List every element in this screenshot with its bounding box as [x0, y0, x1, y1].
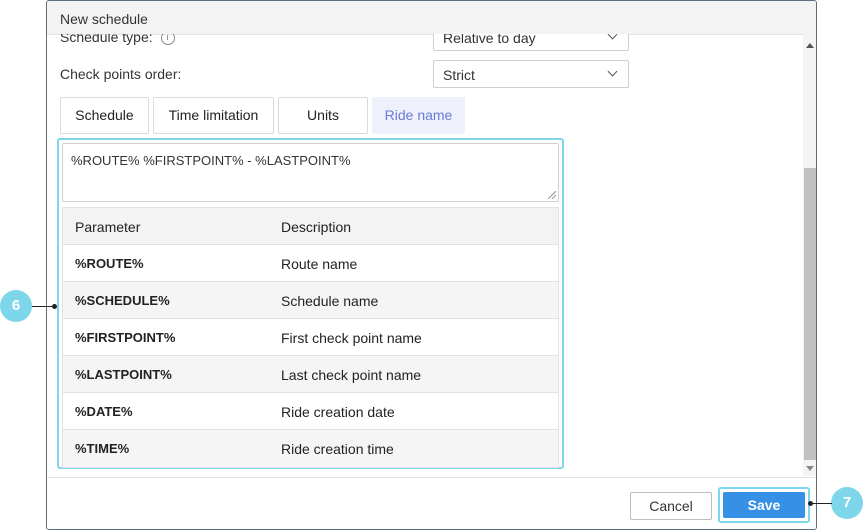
ride-name-template-input[interactable]: %ROUTE% %FIRSTPOINT% - %LASTPOINT% — [62, 143, 559, 202]
save-button-highlight: Save — [718, 487, 810, 523]
param-description: First check point name — [281, 330, 422, 346]
scroll-up-arrow-icon[interactable] — [806, 43, 814, 48]
ride-name-template-text: %ROUTE% %FIRSTPOINT% - %LASTPOINT% — [71, 153, 351, 168]
check-points-order-label: Check points order: — [60, 66, 182, 82]
chevron-down-icon — [607, 66, 618, 77]
schedule-type-select[interactable]: Relative to day — [433, 34, 629, 51]
param-description: Last check point name — [281, 367, 422, 383]
vertical-scrollbar[interactable] — [803, 34, 816, 476]
cancel-button[interactable]: Cancel — [630, 492, 712, 520]
scroll-down-arrow-icon[interactable] — [806, 466, 814, 471]
tab-ride-name[interactable]: Ride name — [372, 97, 465, 134]
callout-dot-6 — [52, 304, 57, 309]
check-points-order-value: Strict — [443, 67, 475, 83]
dialog-title: New schedule — [60, 11, 148, 27]
param-name: %SCHEDULE% — [75, 293, 170, 308]
schedule-type-label: Schedule type: i — [60, 34, 175, 46]
parameters-table: Parameter Description %ROUTE% Route name… — [62, 207, 559, 468]
param-name: %FIRSTPOINT% — [75, 330, 176, 345]
param-name: %LASTPOINT% — [75, 367, 172, 382]
param-description: Schedule name — [281, 293, 379, 309]
save-button[interactable]: Save — [723, 492, 805, 518]
table-row: %SCHEDULE% Schedule name — [63, 282, 558, 319]
param-name: %DATE% — [75, 404, 133, 419]
callout-line-6 — [32, 306, 54, 307]
schedule-type-value: Relative to day — [443, 34, 536, 46]
table-row: %ROUTE% Route name — [63, 245, 558, 282]
info-icon[interactable]: i — [160, 34, 175, 46]
param-name: %ROUTE% — [75, 256, 144, 271]
tab-time-limitation[interactable]: Time limitation — [153, 97, 274, 134]
dialog-body: Schedule type: i Relative to day Check po… — [47, 34, 803, 476]
schedule-type-label-text: Schedule type: — [60, 34, 153, 45]
callout-line-7 — [810, 503, 832, 504]
scrollbar-thumb[interactable] — [804, 168, 816, 460]
table-header-row: Parameter Description — [63, 208, 558, 245]
callout-badge-7: 7 — [831, 487, 863, 519]
dialog-footer: Cancel Save — [47, 477, 816, 529]
header-parameter: Parameter — [75, 219, 141, 235]
resize-grip-icon[interactable] — [548, 191, 556, 199]
table-row: %FIRSTPOINT% First check point name — [63, 319, 558, 356]
table-row: %DATE% Ride creation date — [63, 393, 558, 430]
param-name: %TIME% — [75, 441, 130, 456]
tab-schedule[interactable]: Schedule — [60, 97, 149, 134]
dialog-titlebar: New schedule — [47, 1, 816, 35]
table-row: %LASTPOINT% Last check point name — [63, 356, 558, 393]
callout-dot-7 — [808, 501, 813, 506]
ride-name-panel: %ROUTE% %FIRSTPOINT% - %LASTPOINT% Param… — [57, 138, 564, 469]
tab-units[interactable]: Units — [278, 97, 368, 134]
chevron-down-icon — [607, 34, 618, 40]
callout-badge-6: 6 — [0, 290, 32, 322]
new-schedule-dialog: New schedule Schedule type: i Relative to… — [46, 0, 817, 530]
table-row: %TIME% Ride creation time — [63, 430, 558, 467]
param-description: Route name — [281, 256, 358, 272]
check-points-order-select[interactable]: Strict — [433, 60, 629, 88]
param-description: Ride creation date — [281, 404, 395, 420]
param-description: Ride creation time — [281, 441, 394, 457]
header-description: Description — [281, 219, 352, 235]
